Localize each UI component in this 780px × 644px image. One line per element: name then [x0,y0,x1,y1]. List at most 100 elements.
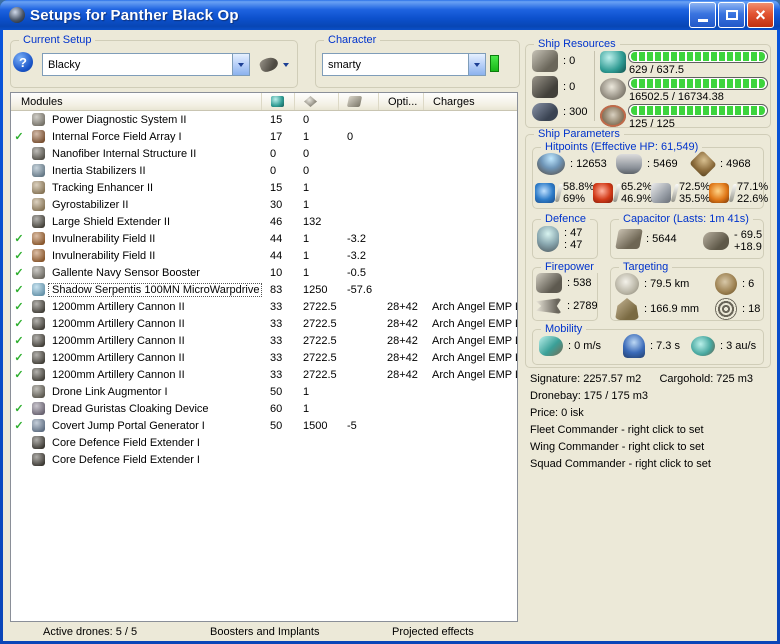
table-row[interactable]: ✓ 1200mm Artillery Cannon II 33 2722.5 28+42… [11,349,517,366]
table-row[interactable]: Inertia Stabilizers II 0 0 [11,162,517,179]
em-resist-armor: 69% [563,193,586,205]
table-row[interactable]: ✓ 1200mm Artillery Cannon II 33 2722.5 28+42… [11,366,517,383]
boosters-implants-button[interactable]: Boosters and Implants [210,626,319,638]
max-targets-value: : 6 [742,278,755,290]
em-resist: 58.8% 69% [535,181,594,205]
table-row[interactable]: ✓ Gallente Navy Sensor Booster 10 1 -0.5 [11,264,517,281]
table-row[interactable]: ✓ 1200mm Artillery Cannon II 33 2722.5 28+42… [11,315,517,332]
table-row[interactable]: Tracking Enhancer II 15 1 [11,179,517,196]
module-name: Internal Force Field Array I [52,130,182,143]
module-cpu: 17 [270,130,283,143]
explosive-resist: 77.1% 22.6% [709,181,768,205]
module-cpu: 44 [270,232,283,245]
minimize-button[interactable] [689,2,716,28]
table-row[interactable]: ✓ Covert Jump Portal Generator I 50 1500 -5 [11,417,517,434]
module-name: Inertia Stabilizers II [52,164,146,177]
warp-speed-icon [691,336,715,356]
module-powergrid: 1 [303,402,310,415]
powergrid-usage: 16502.5 / 16734.38 [629,91,724,103]
powergrid-bar [628,77,768,90]
table-row[interactable]: Drone Link Augmentor I 50 1 [11,383,517,400]
module-cpu: 30 [270,198,283,211]
table-row[interactable]: ✓ Internal Force Field Array I 17 1 0 [11,128,517,145]
character-select-arrow[interactable] [468,54,485,75]
active-drones-button[interactable]: Active drones: 5 / 5 [43,626,137,638]
launcher-count: : 0 [563,81,576,93]
chevron-down-icon [474,63,480,70]
align-time-icon [623,334,645,358]
modules-listview: Modules Opti... Charges Power Diagnostic… [10,92,518,622]
character-select[interactable]: smarty [322,53,486,76]
capacitor-capacity-icon [615,229,643,249]
kinetic-resist-icon [651,183,671,203]
module-charge: Arch Angel EMP L [432,334,517,347]
table-row[interactable]: Core Defence Field Extender I [11,434,517,451]
hitpoints-group: Hitpoints (Effective HP: 61,549) : 12653… [532,141,768,209]
table-row[interactable]: Core Defence Field Extender I [11,451,517,468]
table-row[interactable]: Gyrostabilizer II 30 1 [11,196,517,213]
maximize-button[interactable] [718,2,745,28]
powergrid-icon [600,78,626,100]
wing-commander-slot[interactable]: Wing Commander - right click to set [530,439,753,456]
table-row[interactable]: ✓ 1200mm Artillery Cannon II 33 2722.5 28+42… [11,298,517,315]
setup-select[interactable]: Blacky [42,53,250,76]
active-check-icon: ✓ [14,369,24,381]
table-row[interactable]: Large Shield Extender II 46 132 [11,213,517,230]
help-icon: ? [19,54,27,70]
squad-commander-slot[interactable]: Squad Commander - right click to set [530,456,753,473]
module-cpu: 83 [270,283,283,296]
calibration: : 300 [532,103,587,121]
setup-select-value: Blacky [48,58,81,71]
fleet-commander-slot[interactable]: Fleet Commander - right click to set [530,422,753,439]
module-icon [27,130,49,143]
table-row[interactable]: ✓ Dread Guristas Cloaking Device 60 1 [11,400,517,417]
title-bar[interactable]: Setups for Panther Black Op × [0,0,780,30]
hitpoints-label: Hitpoints (Effective HP: 61,549) [541,141,703,153]
module-name: Gyrostabilizer II [52,198,129,211]
column-charges[interactable]: Charges [423,93,517,110]
divider [612,184,622,202]
window-title: Setups for Panther Black Op [30,6,239,24]
column-powergrid[interactable] [294,93,338,110]
eft-window: Setups for Panther Black Op × Current Se… [0,0,780,644]
module-cpu: 33 [270,334,283,347]
turret-dps: : 538 [536,273,591,293]
align-time-value: : 7.3 s [650,340,680,352]
max-targets: : 6 [715,273,754,295]
module-powergrid: 1 [303,198,310,211]
module-icon [27,198,49,211]
sensor-strength: : 166.9 mm [615,298,699,320]
table-row[interactable]: ✓ 1200mm Artillery Cannon II 33 2722.5 28+42… [11,332,517,349]
volley-value: : 2789 [567,300,598,312]
module-name: Core Defence Field Extender I [52,436,200,449]
help-button[interactable]: ? [13,52,33,72]
explosive-resist-shield: 77.1% [737,181,769,193]
module-icon [27,147,49,160]
active-check-icon: ✓ [14,131,24,143]
modules-header: Modules Opti... Charges [11,93,517,111]
table-row[interactable]: Nanofiber Internal Structure II 0 0 [11,145,517,162]
module-powergrid: 1 [303,385,310,398]
module-name: 1200mm Artillery Cannon II [52,351,185,364]
column-capacitor[interactable] [338,93,378,110]
active-check-icon: ✓ [14,352,24,364]
module-name: Invulnerability Field II [52,232,156,245]
turret-slots: : 0 [532,50,575,72]
column-modules[interactable]: Modules [11,93,261,110]
armor-hp: : 5469 [616,154,678,174]
table-row[interactable]: ✓ Invulnerability Field II 44 1 -3.2 [11,247,517,264]
max-velocity-icon [539,336,563,356]
module-powergrid: 1 [303,232,310,245]
projected-effects-button[interactable]: Projected effects [392,626,474,638]
module-powergrid: 2722.5 [303,351,337,364]
close-button[interactable]: × [747,2,774,28]
table-row[interactable]: Power Diagnostic System II 15 0 [11,111,517,128]
active-check-icon: ✓ [14,284,24,296]
table-row[interactable]: ✓ Invulnerability Field II 44 1 -3.2 [11,230,517,247]
table-row[interactable]: ✓ Shadow Serpentis 100MN MicroWarpdrive 83… [11,281,517,298]
column-cpu[interactable] [261,93,294,110]
ship-select-button[interactable] [253,53,295,76]
setup-select-arrow[interactable] [232,54,249,75]
column-optimal[interactable]: Opti... [378,93,423,110]
drone-bandwidth-bar [628,104,768,117]
